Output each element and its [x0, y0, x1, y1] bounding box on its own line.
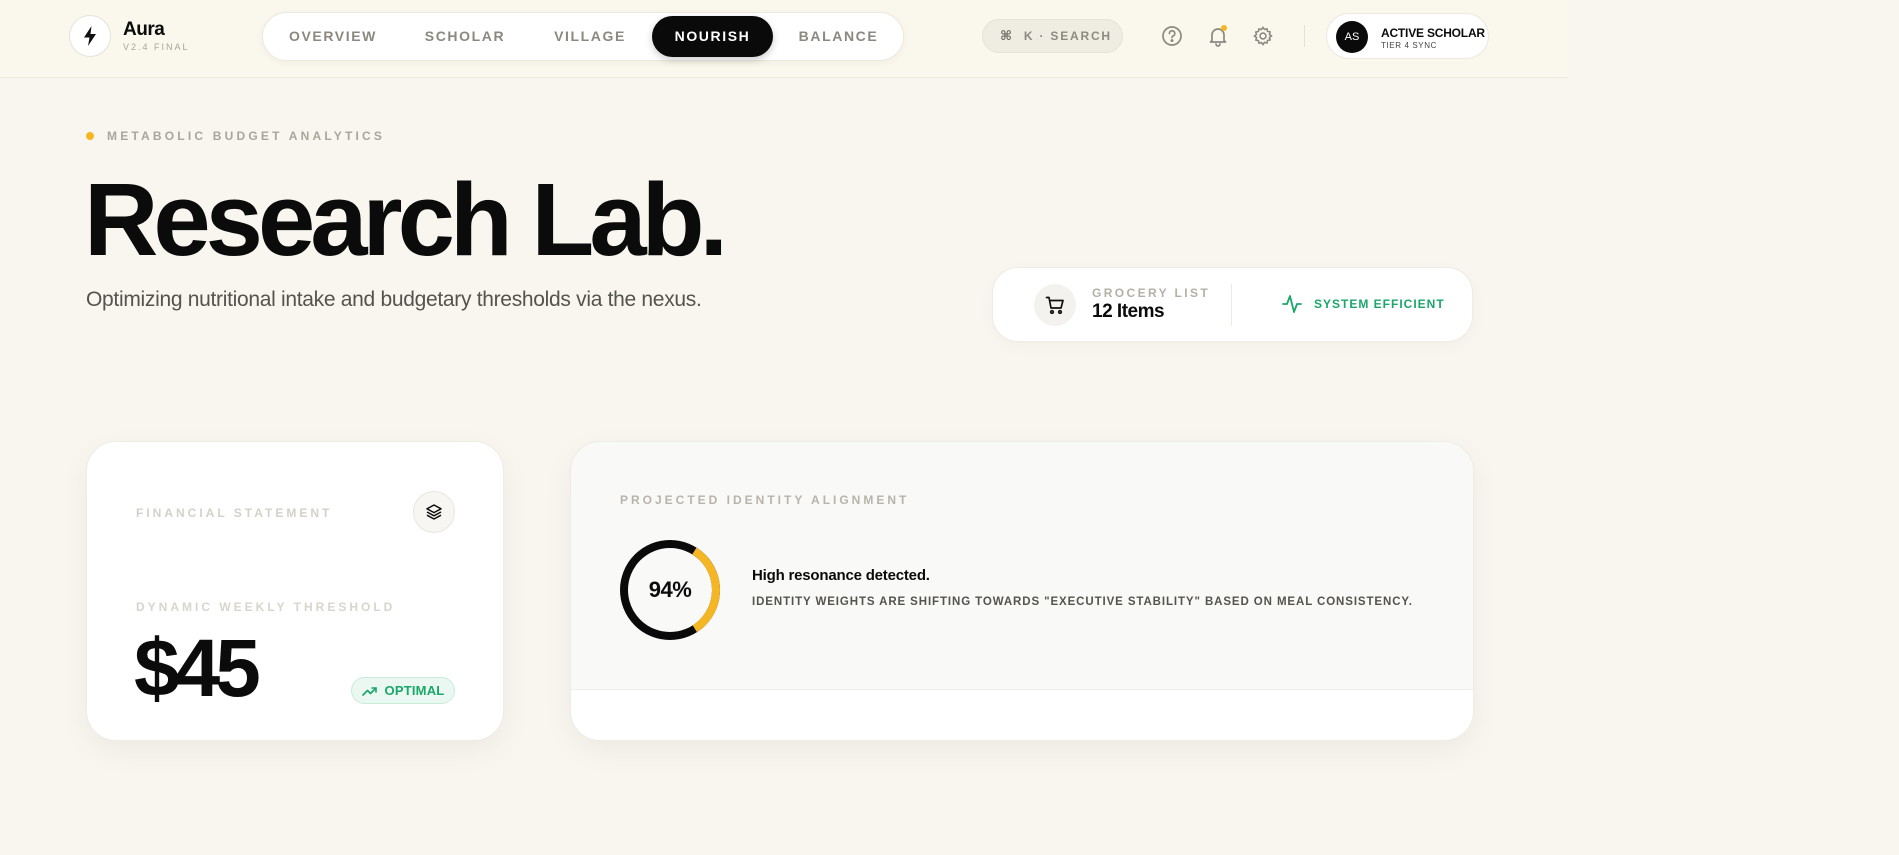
brand-version: V2.4 FINAL: [123, 42, 190, 52]
notification-dot: [1221, 25, 1227, 31]
tab-balance[interactable]: BALANCE: [775, 16, 902, 57]
profile-chip[interactable]: AS ACTIVE SCHOLAR TIER 4 SYNC: [1326, 13, 1489, 59]
threshold-amount: $45: [134, 623, 261, 714]
resonance-headline: High resonance detected.: [752, 567, 930, 584]
brand-name: Aura: [123, 19, 165, 40]
top-bar: Aura V2.4 FINAL OVERVIEW SCHOLAR VILLAGE…: [0, 0, 1568, 78]
profile-tier: TIER 4 SYNC: [1381, 41, 1437, 50]
tab-village[interactable]: VILLAGE: [530, 16, 650, 57]
page-subtitle: Optimizing nutritional intake and budget…: [86, 288, 702, 311]
grocery-list-label: GROCERY LIST: [1092, 286, 1211, 300]
header-divider: [1304, 25, 1305, 47]
section-eyebrow: METABOLIC BUDGET ANALYTICS: [107, 129, 386, 143]
alignment-percent: 94%: [648, 577, 692, 602]
search-input[interactable]: ⌘ K · SEARCH: [982, 19, 1123, 53]
grocery-item-count: 12 Items: [1092, 301, 1165, 322]
help-icon[interactable]: [1160, 24, 1184, 48]
alignment-label: PROJECTED IDENTITY ALIGNMENT: [620, 493, 910, 507]
system-status-label: SYSTEM EFFICIENT: [1314, 297, 1445, 311]
cart-icon: [1034, 284, 1076, 326]
command-key-icon: ⌘: [1000, 28, 1014, 43]
logo[interactable]: [69, 15, 111, 57]
page-title: Research Lab.: [84, 162, 728, 277]
main-nav: OVERVIEW SCHOLAR VILLAGE NOURISH BALANCE: [262, 12, 904, 61]
system-status: SYSTEM EFFICIENT: [1282, 294, 1445, 314]
search-label: K · SEARCH: [1023, 29, 1112, 43]
weekly-threshold-label: DYNAMIC WEEKLY THRESHOLD: [136, 600, 396, 614]
lightning-icon: [84, 26, 96, 46]
tab-overview[interactable]: OVERVIEW: [266, 16, 400, 57]
activity-icon: [1282, 295, 1302, 313]
status-badge: OPTIMAL: [351, 677, 455, 704]
avatar: AS: [1336, 21, 1368, 53]
eyebrow-dot: [86, 132, 94, 140]
grocery-list-card[interactable]: GROCERY LIST 12 Items SYSTEM EFFICIENT: [992, 267, 1473, 342]
grocery-divider: [1231, 284, 1232, 326]
profile-name: ACTIVE SCHOLAR: [1381, 26, 1485, 40]
trending-up-icon: [361, 686, 377, 696]
tab-nourish[interactable]: NOURISH: [652, 16, 773, 57]
identity-alignment-card: PROJECTED IDENTITY ALIGNMENT 94% High re…: [570, 441, 1474, 741]
layers-button[interactable]: [413, 491, 455, 533]
financial-statement-label: FINANCIAL STATEMENT: [136, 506, 333, 520]
resonance-description: IDENTITY WEIGHTS ARE SHIFTING TOWARDS "E…: [752, 596, 1413, 608]
layers-icon: [426, 504, 442, 520]
tab-scholar[interactable]: SCHOLAR: [400, 16, 530, 57]
alignment-footer: [571, 689, 1473, 740]
gear-icon[interactable]: [1251, 24, 1275, 48]
financial-statement-card: FINANCIAL STATEMENT DYNAMIC WEEKLY THRES…: [86, 441, 504, 741]
bell-icon[interactable]: [1206, 24, 1230, 48]
status-badge-label: OPTIMAL: [384, 683, 445, 698]
